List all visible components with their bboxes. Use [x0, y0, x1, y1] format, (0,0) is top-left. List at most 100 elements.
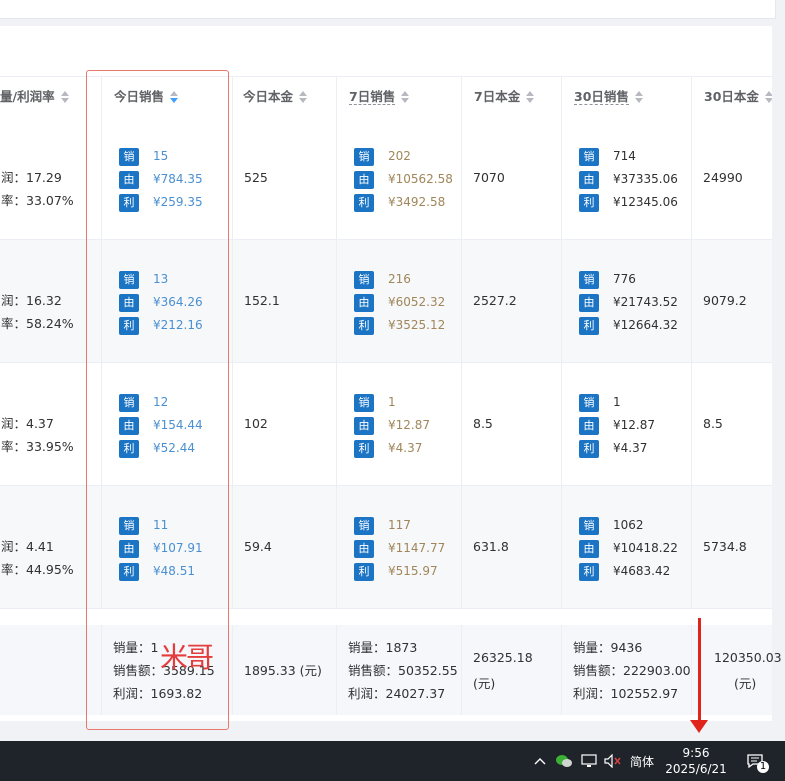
30d-cost-cell: 5734.8 [703, 539, 747, 554]
sales-badge: 销 [354, 393, 374, 412]
30d-sales-cell: 销1 由 ¥12.87 利 ¥4.37 [562, 363, 692, 485]
7d-cost-cell: 631.8 [462, 486, 562, 608]
today-cost-cell: 525 [233, 117, 337, 239]
profit-badge: 利 [579, 316, 599, 335]
revenue-badge: 由 [354, 416, 374, 435]
profit-badge: 利 [354, 316, 374, 335]
sort-icon[interactable] [634, 91, 643, 104]
col-header-30d-cost[interactable]: 30日本金 [692, 77, 772, 117]
today-cost-cell: 102 [233, 363, 337, 485]
revenue-badge: 由 [354, 539, 374, 558]
today-sales-cell: 销 12 由 ¥154.44 利 ¥52.44 [102, 363, 233, 485]
profit-badge: 利 [354, 439, 374, 458]
sales-badge: 销 [119, 147, 139, 166]
network-icon[interactable] [578, 741, 600, 781]
volume-muted-icon[interactable] [602, 741, 624, 781]
sort-icon[interactable] [60, 91, 69, 104]
summary-7d-cost: 26325.18 (元) [462, 625, 562, 715]
col-header-today-cost[interactable]: 今日本金 [233, 77, 337, 117]
summary-7d-sales: 销量：1873 销售额：50352.55 利润：24027.37 [337, 625, 462, 715]
profit-badge: 利 [579, 439, 599, 458]
annotation-arrow [698, 618, 701, 724]
sort-desc-icon[interactable] [170, 91, 179, 104]
7d-sales-cell: 销1 由 ¥12.87 利 ¥4.37 [337, 363, 462, 485]
profit-rate-cell: 润：17.29 率：33.07% [0, 117, 102, 239]
30d-sales-cell: 销 1062 由 ¥10418.22 利 ¥4683.42 [562, 486, 692, 608]
wechat-icon[interactable] [552, 741, 576, 781]
profit-rate-cell: 润：4.37 率：33.95% [0, 363, 102, 485]
table-header: 量/利润率 今日销售 今日本金 7日销售 7日本金 30日销售 30日本金 [0, 76, 772, 118]
sales-badge: 销 [119, 393, 139, 412]
table-row[interactable]: 润：17.29 率：33.07% 销 15 由 ¥784.35 利 ¥259.35 5… [0, 117, 772, 240]
top-card [0, 0, 776, 19]
summary-row: 销量：1 销售额：3589.15 利润：1693.82 1895.33 (元) … [0, 625, 782, 715]
sort-icon[interactable] [299, 91, 308, 104]
revenue-badge: 由 [579, 170, 599, 189]
7d-cost-cell: 7070 [462, 117, 562, 239]
today-sales-cell: 销 13 由 ¥364.26 利 ¥212.16 [102, 240, 233, 362]
col-header-today-sales[interactable]: 今日销售 [102, 77, 233, 117]
sort-icon[interactable] [764, 91, 772, 104]
table-row[interactable]: 润：4.41 率：44.95% 销 11 由 ¥107.91 利 ¥48.51 59.… [0, 486, 772, 609]
col-header-30d-sales[interactable]: 30日销售 [562, 77, 692, 117]
revenue-badge: 由 [579, 416, 599, 435]
clock[interactable]: 9:56 2025/6/21 [660, 741, 732, 781]
profit-badge: 利 [119, 316, 139, 335]
summary-today-sales: 销量：1 销售额：3589.15 利润：1693.82 [102, 625, 233, 715]
profit-rate-cell: 润：4.41 率：44.95% [0, 486, 102, 608]
sales-badge: 销 [354, 516, 374, 535]
profit-badge: 利 [354, 562, 374, 581]
30d-cost-cell: 24990 [703, 170, 743, 185]
table-row[interactable]: 润：16.32 率：58.24% 销 13 由 ¥364.26 利 ¥212.16 1… [0, 240, 772, 363]
revenue-badge: 由 [119, 170, 139, 189]
sort-icon[interactable] [401, 91, 410, 104]
taskbar: 简体 9:56 2025/6/21 1 [0, 741, 785, 781]
profit-rate-cell: 润：16.32 率：58.24% [0, 240, 102, 362]
sales-badge: 销 [579, 270, 599, 289]
profit-badge: 利 [354, 193, 374, 212]
clock-time: 9:56 [682, 746, 710, 760]
7d-cost-cell: 2527.2 [462, 240, 562, 362]
summary-30d-cost: 120350.03 (元) [714, 650, 782, 691]
sales-badge: 销 [579, 516, 599, 535]
table-row[interactable]: 润：4.37 率：33.95% 销 12 由 ¥154.44 利 ¥52.44 102… [0, 363, 772, 486]
7d-cost-cell: 8.5 [462, 363, 562, 485]
summary-blank-cell [0, 625, 102, 715]
7d-sales-cell: 销 117 由 ¥1147.77 利 ¥515.97 [337, 486, 462, 608]
profit-badge: 利 [119, 562, 139, 581]
revenue-badge: 由 [354, 293, 374, 312]
profit-badge: 利 [119, 193, 139, 212]
col-header-7d-cost[interactable]: 7日本金 [462, 77, 562, 117]
7d-sales-cell: 销 202 由 ¥10562.58 利 ¥3492.58 [337, 117, 462, 239]
30d-cost-cell: 9079.2 [703, 293, 747, 308]
today-sales-cell: 销 11 由 ¥107.91 利 ¥48.51 [102, 486, 233, 608]
revenue-badge: 由 [119, 416, 139, 435]
today-cost-cell: 152.1 [233, 240, 337, 362]
chevron-up-icon[interactable] [530, 741, 550, 781]
30d-sales-cell: 销 714 由 ¥37335.06 利 ¥12345.06 [562, 117, 692, 239]
summary-30d-sales: 销量：9436 销售额：222903.00 利润：102552.97 [562, 625, 692, 715]
notification-count: 1 [757, 761, 769, 773]
revenue-badge: 由 [579, 293, 599, 312]
today-sales-cell: 销 15 由 ¥784.35 利 ¥259.35 [102, 117, 233, 239]
7d-sales-cell: 销 216 由 ¥6052.32 利 ¥3525.12 [337, 240, 462, 362]
profit-badge: 利 [119, 439, 139, 458]
sales-badge: 销 [119, 270, 139, 289]
revenue-badge: 由 [119, 293, 139, 312]
summary-today-cost: 1895.33 (元) [233, 625, 337, 715]
sales-badge: 销 [579, 147, 599, 166]
30d-sales-cell: 销 776 由 ¥21743.52 利 ¥12664.32 [562, 240, 692, 362]
notification-icon[interactable]: 1 [740, 741, 770, 781]
col-header-profit-rate[interactable]: 量/利润率 [0, 77, 102, 117]
col-header-7d-sales[interactable]: 7日销售 [337, 77, 462, 117]
ime-indicator[interactable]: 简体 [626, 741, 658, 781]
30d-cost-cell: 8.5 [703, 416, 723, 431]
sort-icon[interactable] [526, 91, 535, 104]
revenue-badge: 由 [579, 539, 599, 558]
sales-badge: 销 [119, 516, 139, 535]
sales-badge: 销 [579, 393, 599, 412]
annotation-arrow-head [690, 720, 708, 733]
revenue-badge: 由 [354, 170, 374, 189]
sales-badge: 销 [354, 270, 374, 289]
profit-badge: 利 [579, 193, 599, 212]
